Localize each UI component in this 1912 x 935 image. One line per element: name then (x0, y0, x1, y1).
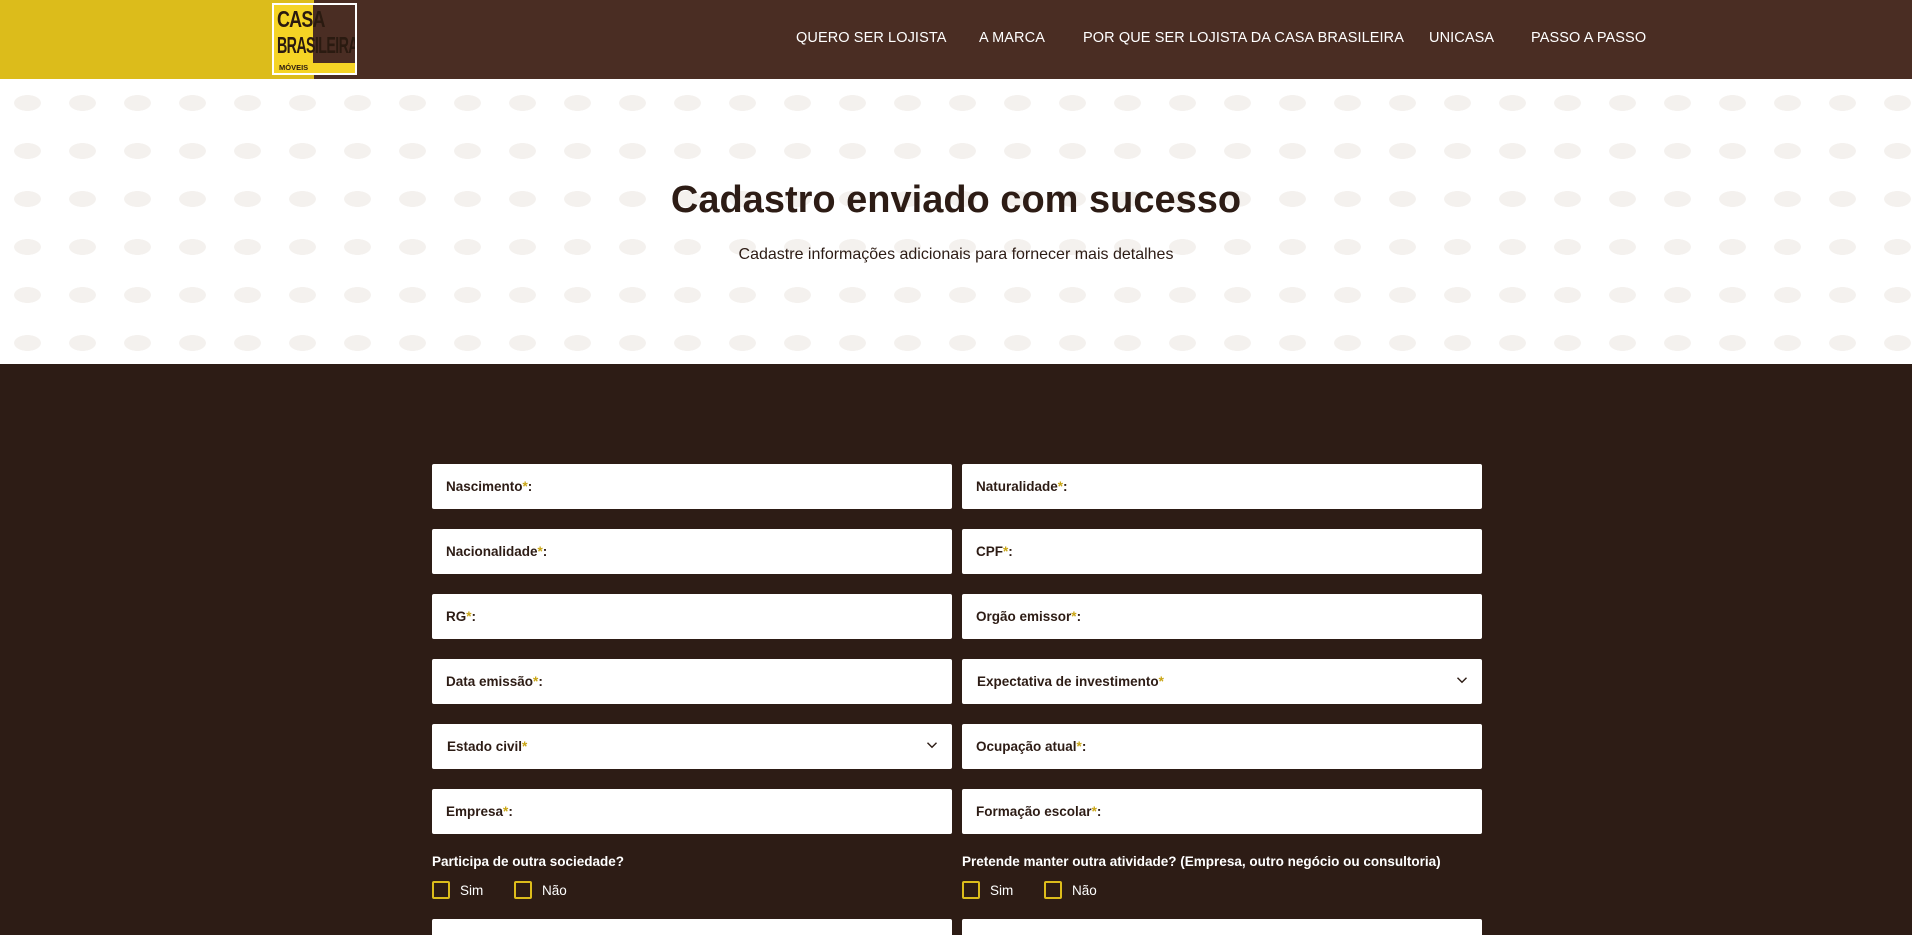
field-label: RG (446, 609, 467, 624)
logo-word-casa: CASA (277, 6, 325, 32)
field-suffix: : (1096, 804, 1102, 819)
field-label: Nacionalidade (446, 544, 538, 559)
checkbox[interactable] (962, 881, 980, 899)
nascimento-field[interactable]: Nascimento *: (432, 464, 952, 509)
checkbox[interactable] (514, 881, 532, 899)
page-subtitle: Cadastre informações adicionais para for… (738, 246, 1174, 263)
nacionalidade-field[interactable]: Nacionalidade *: (432, 529, 952, 574)
field-label: Orgão emissor (976, 609, 1072, 624)
option-label: Não (542, 882, 567, 898)
field-label: Formação escolar (976, 804, 1092, 819)
field-suffix: : (1081, 739, 1087, 754)
nav-item-a-marca[interactable]: A MARCA (979, 30, 1045, 46)
required-mark: * (1158, 674, 1164, 689)
next-field-left[interactable] (432, 919, 952, 935)
nav-item-passo-a-passo[interactable]: PASSO A PASSO (1531, 30, 1646, 46)
chevron-down-icon (927, 742, 937, 749)
field-suffix: : (508, 804, 513, 819)
page-title: Cadastro enviado com sucesso (670, 179, 1242, 221)
nav-item-unicasa[interactable]: UNICASA (1429, 30, 1494, 46)
next-field-right[interactable] (962, 919, 1482, 935)
site-header: CASA BRASILEIRA MÓVEIS PLANEJADOS QUERO … (0, 0, 1912, 79)
orgao-emissor-field[interactable]: Orgão emissor *: (962, 594, 1482, 639)
field-suffix: : (471, 609, 477, 624)
field-suffix: : (538, 674, 543, 689)
nav-item-por-que-ser-lojista[interactable]: POR QUE SER LOJISTA DA CASA BRASILEIRA (1083, 30, 1404, 46)
field-label: Empresa (446, 804, 504, 819)
outra-sociedade-nao-option[interactable]: Não (514, 881, 567, 899)
option-label: Não (1072, 882, 1097, 898)
field-suffix: : (542, 544, 548, 559)
question-outra-sociedade: Participa de outra sociedade? (432, 854, 625, 869)
field-label: Nascimento (446, 479, 523, 494)
ocupacao-atual-field[interactable]: Ocupação atual *: (962, 724, 1482, 769)
field-suffix: : (1008, 544, 1013, 559)
chevron-down-icon (1457, 677, 1467, 684)
logo-word-brasileira: BRASILEIRA (277, 32, 357, 58)
expectativa-investimento-select[interactable]: Expectativa de investimento * (962, 659, 1482, 704)
field-label: Data emissão (446, 674, 534, 689)
field-label: Estado civil (447, 739, 523, 754)
logo-tagline: MÓVEIS PLANEJADOS (277, 63, 355, 73)
field-label: Ocupação atual (976, 739, 1077, 754)
hero-section: Cadastro enviado com sucesso Cadastre in… (0, 79, 1912, 364)
checkbox[interactable] (432, 881, 450, 899)
required-mark: * (522, 739, 528, 754)
field-label: Expectativa de investimento (977, 674, 1159, 689)
nav-item-quero-ser-lojista[interactable]: QUERO SER LOJISTA (796, 30, 947, 46)
formacao-escolar-field[interactable]: Formação escolar *: (962, 789, 1482, 834)
question-outra-atividade: Pretende manter outra atividade? (Empres… (962, 854, 1441, 869)
option-label: Sim (990, 882, 1014, 898)
outra-atividade-nao-option[interactable]: Não (1044, 881, 1097, 899)
field-suffix: : (1063, 479, 1068, 494)
field-label: CPF (976, 544, 1003, 559)
field-label: Naturalidade (976, 479, 1058, 494)
empresa-field[interactable]: Empresa *: (432, 789, 952, 834)
outra-sociedade-sim-option[interactable]: Sim (432, 881, 483, 899)
rg-field[interactable]: RG *: (432, 594, 952, 639)
option-label: Sim (460, 882, 484, 898)
cpf-field[interactable]: CPF *: (962, 529, 1482, 574)
data-emissao-field[interactable]: Data emissão *: (432, 659, 952, 704)
outra-atividade-sim-option[interactable]: Sim (962, 881, 1013, 899)
additional-info-form: Nascimento *: Naturalidade *: Nacionalidad… (0, 364, 1912, 935)
field-suffix: : (527, 479, 533, 494)
estado-civil-select[interactable]: Estado civil * (432, 724, 952, 769)
naturalidade-field[interactable]: Naturalidade *: (962, 464, 1482, 509)
checkbox[interactable] (1044, 881, 1062, 899)
brand-logo[interactable]: CASA BRASILEIRA MÓVEIS PLANEJADOS (272, 3, 357, 75)
field-suffix: : (1076, 609, 1082, 624)
